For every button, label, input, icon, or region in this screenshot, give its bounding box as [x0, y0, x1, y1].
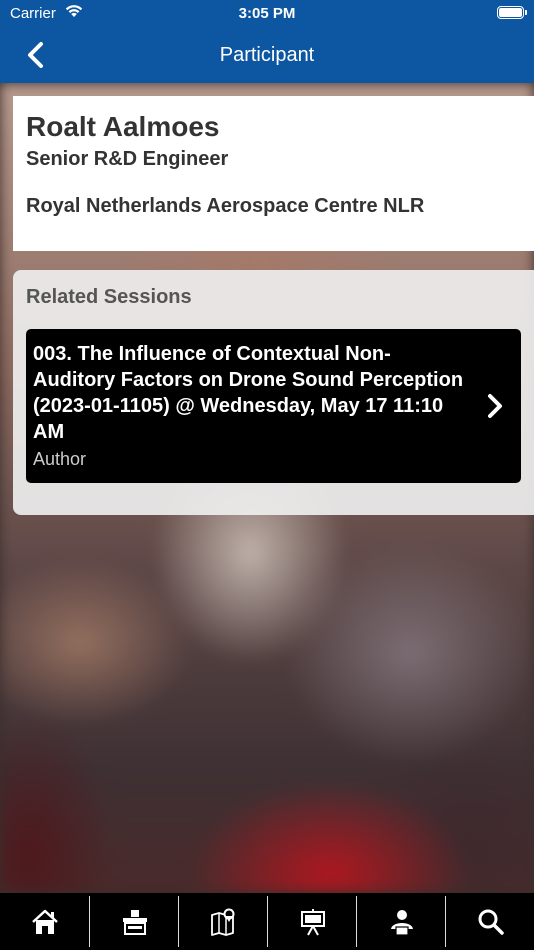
- exhibitor-booth-icon: [122, 909, 147, 935]
- related-sessions-heading: Related Sessions: [26, 286, 192, 308]
- home-icon: [31, 909, 58, 934]
- tab-search[interactable]: [446, 893, 534, 950]
- tab-sessions[interactable]: [268, 893, 357, 950]
- map-icon: [210, 908, 234, 936]
- presentation-icon: [300, 908, 325, 935]
- tab-home[interactable]: [0, 893, 89, 950]
- tab-bar: [0, 893, 534, 950]
- related-sessions-panel: Related Sessions 003. The Influence of C…: [13, 270, 534, 515]
- session-list-item[interactable]: 003. The Influence of Contextual Non-Aud…: [26, 329, 521, 483]
- tab-map[interactable]: [179, 893, 268, 950]
- search-icon: [478, 909, 504, 935]
- participant-title: Senior R&D Engineer: [26, 148, 229, 170]
- chevron-right-icon: [488, 394, 502, 418]
- clock: 3:05 PM: [238, 5, 296, 22]
- participant-name: Roalt Aalmoes: [26, 111, 220, 142]
- session-role: Author: [33, 449, 87, 469]
- page-title: Participant: [219, 44, 315, 66]
- tab-speakers[interactable]: [357, 893, 446, 950]
- participant-card: Roalt Aalmoes Senior R&D Engineer Royal …: [13, 96, 534, 251]
- battery-icon: [497, 6, 527, 19]
- navigation-bar: Carrier 3:05 PM Participant: [0, 0, 534, 83]
- speaker-icon: [390, 909, 413, 936]
- session-title: 003. The Influence of Contextual Non-Aud…: [33, 343, 464, 443]
- participant-organization: Royal Netherlands Aerospace Centre NLR: [26, 195, 425, 217]
- tab-exhibitors[interactable]: [90, 893, 179, 950]
- status-bar: Carrier 3:05 PM: [0, 0, 534, 28]
